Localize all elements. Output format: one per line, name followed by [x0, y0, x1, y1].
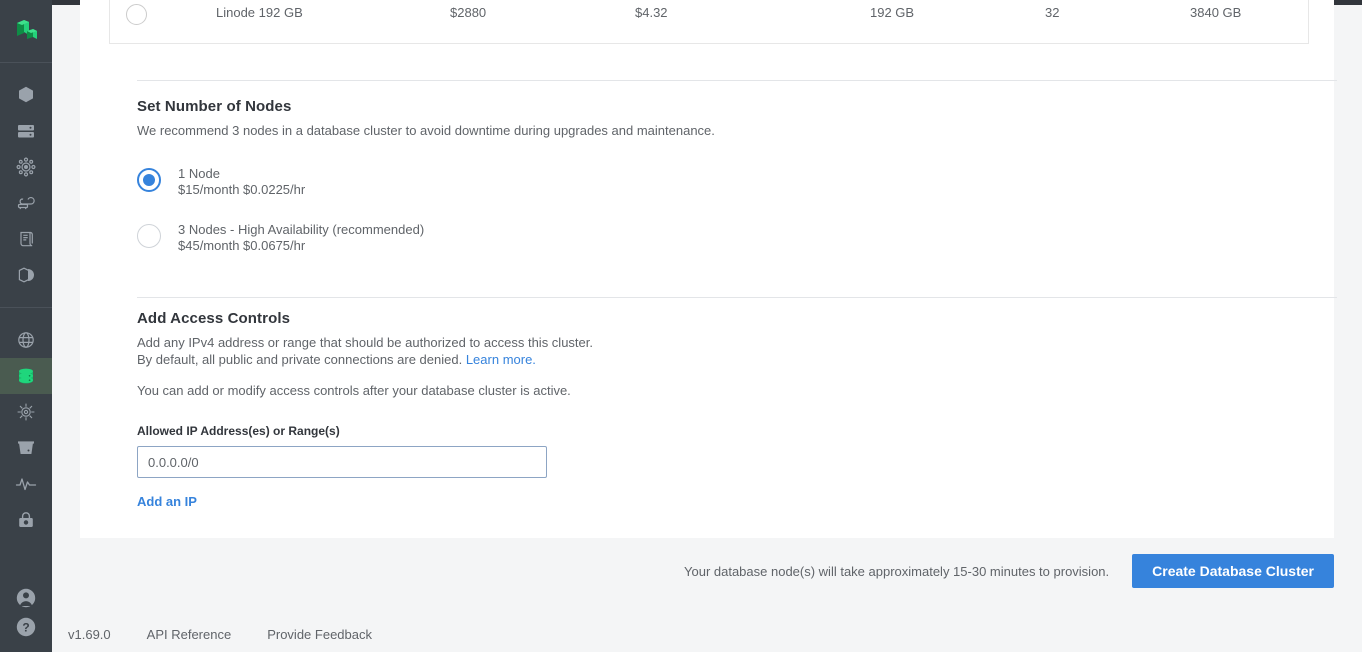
- create-database-card: Linode 192 GB $2880 $4.32 192 GB 32 3840…: [80, 0, 1337, 538]
- nodes-section-description: We recommend 3 nodes in a database clust…: [137, 123, 715, 138]
- allowed-ip-field-label: Allowed IP Address(es) or Range(s): [137, 424, 340, 438]
- sidebar-item-object-storage[interactable]: [0, 149, 52, 185]
- radio-1-node[interactable]: [137, 168, 161, 192]
- footer-provide-feedback-link[interactable]: Provide Feedback: [267, 627, 372, 642]
- node-option-1-price: $15/month $0.0225/hr: [178, 182, 306, 197]
- add-access-controls-section: Add Access Controls Add any IPv4 address…: [137, 310, 593, 511]
- node-option-3-texts: 3 Nodes - High Availability (recommended…: [178, 222, 424, 254]
- access-section-note: You can add or modify access controls af…: [137, 383, 571, 398]
- node-option-1-texts: 1 Node $15/month $0.0225/hr: [178, 166, 305, 198]
- sidebar-item-account[interactable]: [0, 580, 52, 616]
- node-option-1-label: 1 Node: [178, 166, 220, 181]
- sidebar-item-marketplace[interactable]: [0, 502, 52, 538]
- primary-sidebar: ?: [0, 0, 52, 652]
- sidebar-item-monitor[interactable]: [0, 466, 52, 502]
- node-option-3-label: 3 Nodes - High Availability (recommended…: [178, 222, 425, 237]
- access-section-title: Add Access Controls: [137, 310, 291, 327]
- sidebar-item-help[interactable]: ?: [0, 616, 52, 652]
- longview-bucket-icon: [16, 438, 36, 458]
- plan-radio[interactable]: [126, 4, 147, 25]
- app-root: ? Linode 192 GB $2880 $4.32 192 GB 32 38…: [0, 0, 1362, 652]
- sidebar-item-images[interactable]: [0, 257, 52, 293]
- sidebar-divider-2: [0, 307, 52, 308]
- hexagon-linodes-icon: [16, 85, 36, 105]
- sidebar-item-databases[interactable]: [0, 358, 52, 394]
- page-footer: v1.69.0 API Reference Provide Feedback: [52, 611, 1362, 652]
- allowed-ip-input[interactable]: [137, 446, 547, 478]
- kubernetes-icon: [16, 402, 36, 422]
- node-option-1-node[interactable]: 1 Node $15/month $0.0225/hr: [137, 166, 715, 204]
- nodebalancers-icon: [16, 193, 36, 213]
- plan-cell-ram: 192 GB: [870, 5, 915, 20]
- sidebar-item-domains[interactable]: [0, 322, 52, 358]
- plan-selection-table: Linode 192 GB $2880 $4.32 192 GB 32 3840…: [109, 0, 1309, 44]
- main-content: Linode 192 GB $2880 $4.32 192 GB 32 3840…: [52, 0, 1362, 652]
- learn-more-link[interactable]: Learn more.: [466, 352, 536, 367]
- linode-logo[interactable]: [0, 0, 52, 62]
- globe-domains-icon: [16, 330, 36, 350]
- sidebar-item-stackscripts[interactable]: [0, 221, 52, 257]
- activity-pulse-icon: [15, 474, 37, 494]
- sidebar-item-kubernetes[interactable]: [0, 394, 52, 430]
- sidebar-item-longview[interactable]: [0, 430, 52, 466]
- add-an-ip-link[interactable]: Add an IP: [137, 494, 197, 509]
- section-divider-access: [137, 297, 1337, 298]
- sidebar-item-volumes[interactable]: [0, 113, 52, 149]
- footer-version-link[interactable]: v1.69.0: [68, 627, 111, 642]
- section-divider-nodes: [137, 80, 1337, 81]
- set-number-of-nodes-section: Set Number of Nodes We recommend 3 nodes…: [137, 98, 715, 278]
- table-row[interactable]: Linode 192 GB $2880 $4.32 192 GB 32 3840…: [110, 0, 1308, 43]
- plan-cell-storage: 3840 GB: [1190, 5, 1242, 20]
- node-option-3-price: $45/month $0.0675/hr: [178, 238, 306, 253]
- create-database-cluster-button[interactable]: Create Database Cluster: [1132, 554, 1334, 588]
- create-summary-bar: Your database node(s) will take approxim…: [80, 543, 1334, 599]
- plan-cell-hourly: $4.32: [635, 5, 668, 20]
- stackscripts-icon: [16, 229, 36, 249]
- plan-cell-monthly: $2880: [450, 5, 487, 20]
- help-question-icon: ?: [15, 616, 37, 638]
- footer-api-reference-link[interactable]: API Reference: [147, 627, 232, 642]
- account-user-icon: [15, 587, 37, 609]
- svg-text:?: ?: [22, 621, 29, 635]
- images-icon: [16, 265, 36, 285]
- sidebar-divider-1: [0, 62, 52, 63]
- provision-time-note: Your database node(s) will take approxim…: [684, 563, 1110, 579]
- nodes-section-title: Set Number of Nodes: [137, 98, 292, 115]
- sidebar-item-linodes[interactable]: [0, 77, 52, 113]
- access-section-description: Add any IPv4 address or range that shoul…: [137, 334, 593, 368]
- access-desc-line-1: Add any IPv4 address or range that shoul…: [137, 335, 593, 350]
- object-storage-icon: [16, 157, 36, 177]
- volumes-icon: [16, 121, 36, 141]
- node-count-radio-group: 1 Node $15/month $0.0225/hr 3 Nodes - Hi…: [137, 166, 715, 260]
- marketplace-icon: [16, 510, 36, 530]
- node-option-3-nodes[interactable]: 3 Nodes - High Availability (recommended…: [137, 222, 715, 260]
- database-icon: [16, 366, 36, 386]
- sidebar-item-nodebalancers[interactable]: [0, 185, 52, 221]
- radio-3-nodes[interactable]: [137, 224, 161, 248]
- plan-cell-name: Linode 192 GB: [216, 5, 303, 20]
- plan-cell-cpus: 32: [1045, 5, 1060, 20]
- access-desc-line-2-prefix: By default, all public and private conne…: [137, 352, 466, 367]
